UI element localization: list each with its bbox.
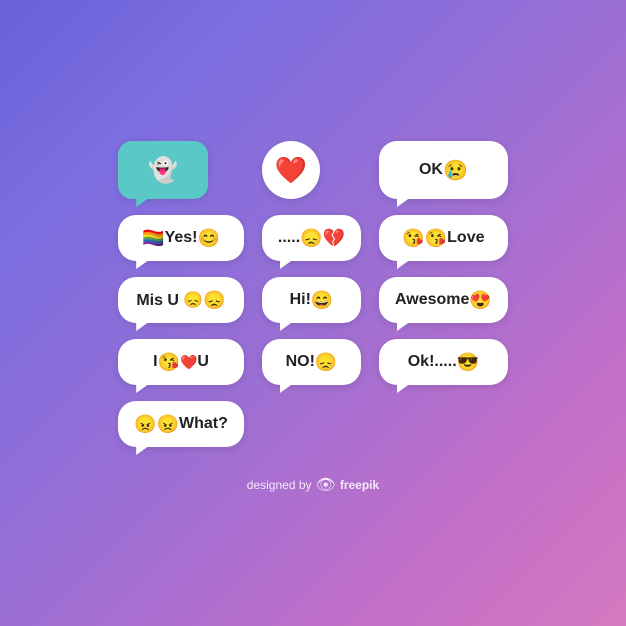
designed-by-text: designed by	[247, 478, 312, 492]
bubble-awesome: Awesome 😍	[379, 277, 508, 323]
sad-emoji: 😞	[300, 228, 322, 249]
misu-text: Mis U 😞	[136, 290, 203, 310]
bubble-no: NO! 😞	[262, 339, 361, 385]
yes-text: Yes!	[165, 229, 198, 247]
bubble-yes: 🏳️‍🌈 Yes! 😊	[118, 215, 244, 261]
cry-emoji: 😢	[443, 158, 468, 183]
bubble-heart: ❤️	[262, 141, 320, 199]
heart-eyes-emoji: 😍	[469, 290, 491, 311]
hi-text: Hi!	[290, 291, 311, 309]
bubble-misu: Mis U 😞 😞	[118, 277, 244, 323]
bubble-ilu: I 😘 ❤️ U	[118, 339, 244, 385]
love-text: Love	[447, 229, 484, 247]
main-grid: 👻 ❤️ OK 😢 🏳️‍🌈 Yes! 😊 ..... 😞 💔 😘 😘 Love…	[88, 131, 538, 457]
ok-text: OK	[419, 161, 443, 179]
rainbow-emoji: 🏳️‍🌈	[142, 228, 164, 249]
footer: designed by 👁 freepik	[247, 475, 379, 495]
bubble-ghost: 👻	[118, 141, 208, 199]
awesome-text: Awesome	[395, 291, 469, 309]
heart-emoji: ❤️	[275, 155, 307, 186]
ok2-text: Ok!.....	[408, 353, 457, 371]
broken-heart-emoji: 💔	[323, 228, 345, 249]
what-text: What?	[179, 415, 228, 433]
ghost-emoji: 👻	[148, 156, 178, 185]
sad-emoji-2: 😞	[203, 290, 225, 311]
logo-icon: 👁	[316, 475, 336, 495]
bubble-ok2: Ok!..... 😎	[379, 339, 508, 385]
angry-emoji-2: 😠	[157, 414, 179, 435]
bubble-dots: ..... 😞 💔	[262, 215, 361, 261]
smile-emoji: 😊	[198, 228, 220, 249]
bubble-love: 😘 😘 Love	[379, 215, 508, 261]
dots-text: .....	[278, 229, 300, 247]
bubble-ok: OK 😢	[379, 141, 508, 199]
no-text: NO!	[286, 353, 315, 371]
bubble-what: 😠 😠 What?	[118, 401, 244, 447]
small-heart-emoji: ❤️	[180, 354, 197, 371]
bubble-hi: Hi! 😄	[262, 277, 361, 323]
sunglasses-emoji: 😎	[457, 352, 479, 373]
grin-emoji: 😄	[311, 290, 333, 311]
angry-emoji-1: 😠	[134, 414, 156, 435]
kiss-emoji-3: 😘	[158, 352, 180, 373]
sad-emoji-3: 😞	[315, 352, 337, 373]
u-text: U	[197, 353, 209, 371]
brand-text: freepik	[340, 478, 379, 492]
kiss-emoji-2: 😘	[425, 228, 447, 249]
kiss-emoji-1: 😘	[402, 228, 424, 249]
